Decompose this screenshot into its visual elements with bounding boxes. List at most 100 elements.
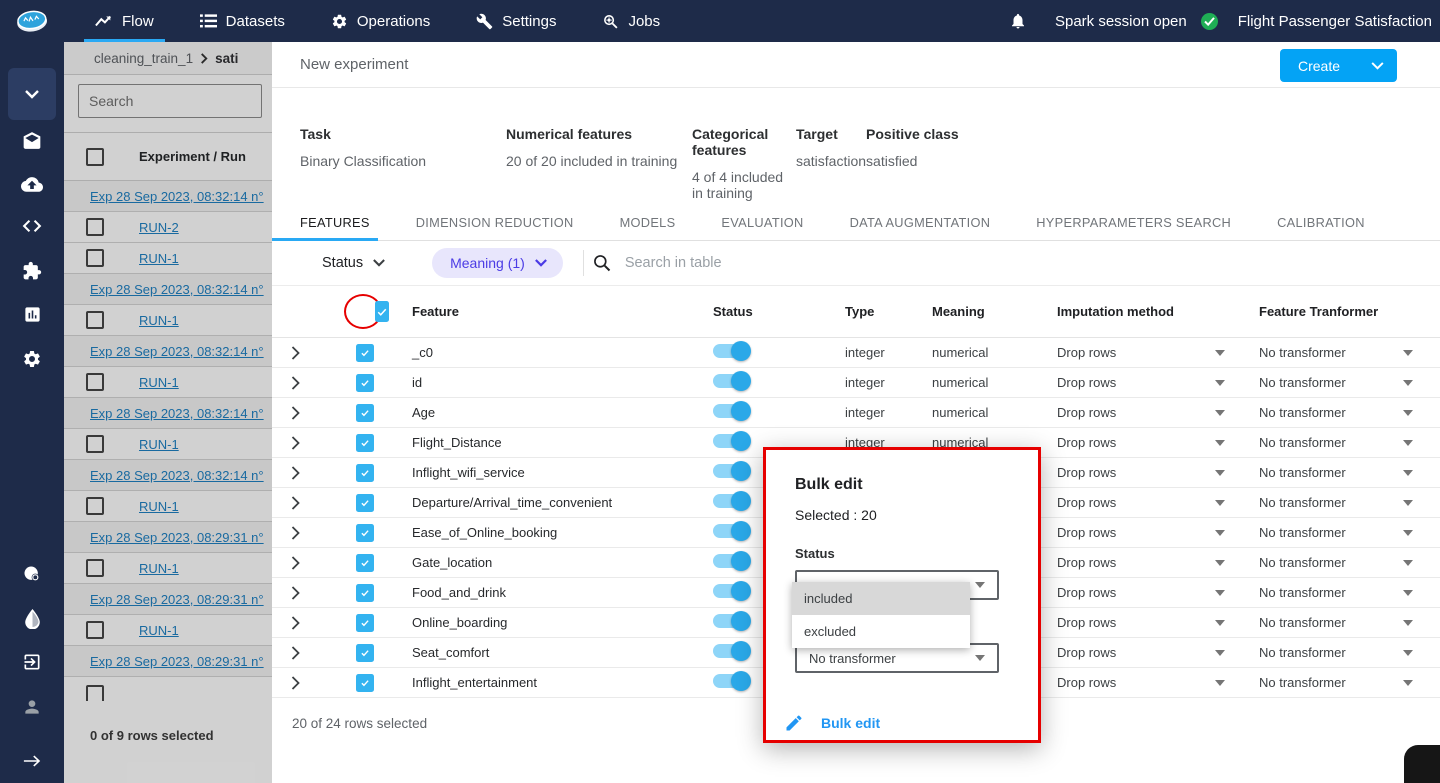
water-drop-icon[interactable] [0, 609, 64, 629]
expand-row-button[interactable] [272, 345, 318, 360]
status-toggle[interactable] [713, 611, 751, 631]
imputation-method-select[interactable]: Drop rows [1057, 405, 1259, 420]
gear-icon[interactable] [0, 349, 64, 369]
tab[interactable]: DATA AUGMENTATION [850, 204, 991, 241]
run-checkbox[interactable] [86, 373, 104, 391]
code-icon[interactable] [0, 219, 64, 233]
mail-icon[interactable] [0, 132, 64, 149]
run-link[interactable]: RUN-1 [139, 313, 179, 328]
tab[interactable]: HYPERPARAMETERS SEARCH [1036, 204, 1231, 241]
feature-transformer-select[interactable]: No transformer [1259, 585, 1440, 600]
feature-transformer-select[interactable]: No transformer [1259, 495, 1440, 510]
status-toggle[interactable] [713, 581, 751, 601]
cloud-upload-icon[interactable] [0, 176, 64, 192]
feature-transformer-select[interactable]: No transformer [1259, 375, 1440, 390]
experiment-link[interactable]: Exp 28 Sep 2023, 08:32:14 n° [64, 406, 264, 421]
select-all-runs-checkbox[interactable] [86, 147, 104, 166]
feature-checkbox[interactable] [356, 493, 374, 512]
run-link[interactable]: RUN-2 [139, 220, 179, 235]
nav-item[interactable]: Flow [84, 0, 165, 42]
app-logo[interactable] [0, 5, 64, 37]
experiment-link[interactable]: Exp 28 Sep 2023, 08:32:14 n° [64, 344, 264, 359]
expand-row-button[interactable] [272, 645, 318, 660]
puzzle-icon[interactable] [0, 261, 64, 281]
experiment-link[interactable]: Exp 28 Sep 2023, 08:32:14 n° [64, 468, 264, 483]
feature-transformer-select[interactable]: No transformer [1259, 345, 1440, 360]
expand-row-button[interactable] [272, 555, 318, 570]
tab[interactable]: MODELS [620, 204, 676, 241]
feature-transformer-select[interactable]: No transformer [1259, 525, 1440, 540]
status-toggle[interactable] [713, 401, 751, 421]
imputation-method-select[interactable]: Drop rows [1057, 345, 1259, 360]
run-link[interactable]: RUN-1 [139, 623, 179, 638]
run-checkbox[interactable] [86, 497, 104, 515]
feature-checkbox[interactable] [356, 553, 374, 572]
nav-item[interactable]: Operations [320, 0, 441, 42]
imputation-method-select[interactable]: Drop rows [1057, 435, 1259, 450]
run-link[interactable]: RUN-1 [139, 499, 179, 514]
experiment-link[interactable]: Exp 28 Sep 2023, 08:29:31 n° [64, 592, 264, 607]
feature-transformer-select[interactable]: No transformer [1259, 435, 1440, 450]
status-toggle[interactable] [713, 371, 751, 391]
status-filter-dropdown[interactable]: Status [322, 255, 385, 271]
status-toggle[interactable] [713, 341, 751, 361]
experiment-link[interactable]: Exp 28 Sep 2023, 08:32:14 n° [64, 189, 264, 204]
run-checkbox[interactable] [86, 249, 104, 267]
feature-transformer-select[interactable]: No transformer [1259, 555, 1440, 570]
status-toggle[interactable] [713, 641, 751, 661]
run-checkbox[interactable] [86, 685, 104, 701]
experiments-search-input[interactable] [78, 84, 262, 118]
run-checkbox[interactable] [86, 218, 104, 236]
tab[interactable]: FEATURES [272, 204, 378, 241]
breadcrumb-dataset[interactable]: cleaning_train_1 [94, 51, 193, 66]
bulk-edit-apply-button[interactable]: Bulk edit [784, 713, 880, 733]
feature-checkbox[interactable] [356, 433, 374, 452]
status-toggle[interactable] [713, 461, 751, 481]
feature-transformer-select[interactable]: No transformer [1259, 645, 1440, 660]
run-link[interactable]: RUN-1 [139, 561, 179, 576]
run-checkbox[interactable] [86, 621, 104, 639]
sign-in-icon[interactable] [0, 652, 64, 672]
bar-chart-icon[interactable] [0, 305, 64, 324]
feature-checkbox[interactable] [356, 463, 374, 482]
run-link[interactable]: RUN-1 [139, 375, 179, 390]
status-toggle[interactable] [713, 551, 751, 571]
experiment-link[interactable]: Exp 28 Sep 2023, 08:29:31 n° [64, 654, 264, 669]
feature-transformer-select[interactable]: No transformer [1259, 465, 1440, 480]
feature-transformer-select[interactable]: No transformer [1259, 405, 1440, 420]
tab[interactable]: CALIBRATION [1277, 204, 1365, 241]
feature-transformer-select[interactable]: No transformer [1259, 675, 1440, 690]
experiment-link[interactable]: Exp 28 Sep 2023, 08:32:14 n° [64, 282, 264, 297]
feature-checkbox[interactable] [356, 523, 374, 542]
expand-row-button[interactable] [272, 435, 318, 450]
status-toggle[interactable] [713, 431, 751, 451]
imputation-method-select[interactable]: Drop rows [1057, 375, 1259, 390]
run-checkbox[interactable] [86, 559, 104, 577]
feature-checkbox[interactable] [356, 343, 374, 362]
expand-row-button[interactable] [272, 465, 318, 480]
expand-row-button[interactable] [272, 585, 318, 600]
create-button[interactable]: Create [1280, 49, 1397, 82]
status-option[interactable]: excluded [792, 615, 970, 648]
person-icon[interactable] [0, 697, 64, 717]
status-option[interactable]: included [792, 582, 970, 615]
nav-item[interactable]: Settings [465, 0, 567, 42]
expand-row-button[interactable] [272, 495, 318, 510]
feature-checkbox[interactable] [356, 643, 374, 662]
tab[interactable]: EVALUATION [721, 204, 803, 241]
imputation-method-select[interactable]: Drop rows [1057, 495, 1259, 510]
run-checkbox[interactable] [86, 311, 104, 329]
feature-checkbox[interactable] [356, 613, 374, 632]
rail-active-item[interactable] [8, 68, 56, 120]
expand-row-button[interactable] [272, 525, 318, 540]
status-toggle[interactable] [713, 671, 751, 691]
status-toggle[interactable] [713, 491, 751, 511]
feature-checkbox[interactable] [356, 373, 374, 392]
expand-row-button[interactable] [272, 615, 318, 630]
imputation-method-select[interactable]: Drop rows [1057, 465, 1259, 480]
meaning-filter-chip[interactable]: Meaning (1) [432, 248, 563, 278]
expand-row-button[interactable] [272, 375, 318, 390]
run-link[interactable]: RUN-1 [139, 437, 179, 452]
feature-checkbox[interactable] [356, 673, 374, 692]
table-search-input[interactable] [624, 255, 925, 271]
